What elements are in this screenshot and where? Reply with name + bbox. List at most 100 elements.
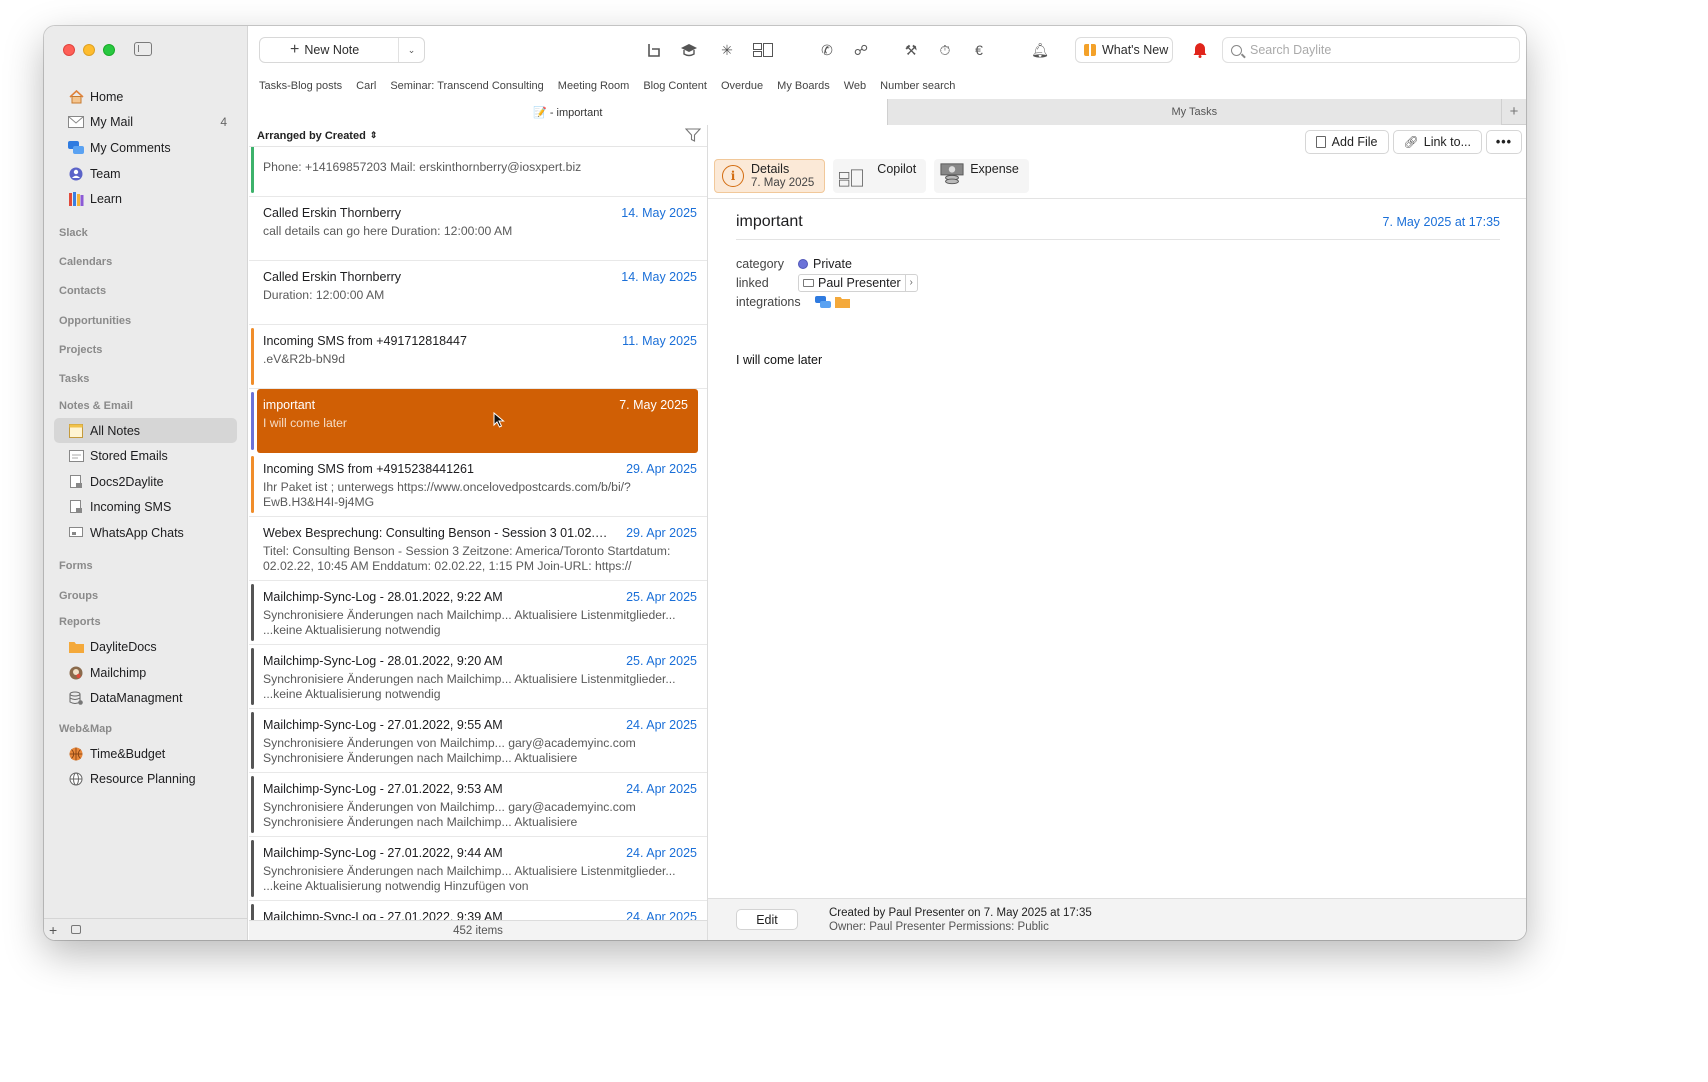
- timer-icon[interactable]: ⏱: [934, 39, 956, 61]
- list-item[interactable]: Mailchimp-Sync-Log - 27.01.2022, 9:55 AM…: [249, 709, 707, 773]
- note-properties: category Private linked Paul Presenter ›…: [736, 254, 918, 311]
- bookmark-item[interactable]: Seminar: Transcend Consulting: [390, 80, 543, 92]
- list-item-selected[interactable]: important 7. May 2025 I will come later: [251, 389, 698, 453]
- comments-integration-icon[interactable]: [815, 295, 831, 308]
- sidebar-item-whatsapp-chats[interactable]: WhatsApp Chats: [54, 520, 237, 546]
- bookmark-item[interactable]: Meeting Room: [558, 80, 630, 92]
- notification-settings-icon[interactable]: 🔔︎: [1029, 39, 1051, 61]
- sidebar-item-learn[interactable]: Learn: [54, 186, 237, 212]
- list-item[interactable]: Called Erskin Thornberry 14. May 2025 call…: [249, 197, 707, 261]
- phone-call-icon[interactable]: ✆: [816, 39, 838, 61]
- link-to-button[interactable]: 🔗︎ Link to...: [1392, 130, 1482, 154]
- list-item[interactable]: Mailchimp-Sync-Log - 28.01.2022, 9:20 AM…: [249, 645, 707, 709]
- document-icon: [1315, 136, 1326, 148]
- list-item-count: 452 items: [249, 920, 707, 940]
- bookmark-item[interactable]: Blog Content: [643, 80, 707, 92]
- sidebar-item-daylitedocs[interactable]: DayliteDocs: [54, 634, 237, 660]
- bell-icon[interactable]: [1189, 39, 1211, 61]
- linked-contact-chip[interactable]: Paul Presenter ›: [798, 273, 918, 292]
- sidebar-item-all-notes[interactable]: All Notes: [54, 417, 237, 444]
- sidebar-toggle-icon[interactable]: [134, 42, 152, 56]
- tab-copilot[interactable]: Copilot: [833, 159, 927, 193]
- sidebar-section-reports[interactable]: Reports: [54, 610, 237, 634]
- new-note-button[interactable]: + New Note ⌄: [259, 37, 425, 63]
- note-date[interactable]: 7. May 2025 at 17:35: [1383, 215, 1500, 229]
- list-item[interactable]: Webex Besprechung: Consulting Benson - S…: [249, 517, 707, 581]
- sidebar-item-docs2daylite[interactable]: Docs2Daylite: [54, 469, 237, 495]
- bookmark-item[interactable]: Web: [844, 80, 866, 92]
- bookmark-item[interactable]: Tasks-Blog posts: [259, 80, 342, 92]
- close-window-button[interactable]: [63, 44, 75, 56]
- sidebar-section-tasks[interactable]: Tasks: [54, 364, 237, 393]
- sidebar-section-projects[interactable]: Projects: [54, 335, 237, 364]
- add-tab-icon[interactable]: +: [1501, 99, 1526, 124]
- home-icon: [68, 89, 84, 105]
- sidebar-section-slack[interactable]: Slack: [54, 218, 237, 247]
- sidebar-section-notes-email[interactable]: Notes & Email: [54, 394, 237, 418]
- list-item[interactable]: Incoming SMS from +4915238441261 29. Apr …: [249, 453, 707, 517]
- sidebar-section-forms[interactable]: Forms: [54, 552, 237, 581]
- sidebar-item-datamanagment[interactable]: DataManagment: [54, 686, 237, 712]
- sidebar-item-stored-emails[interactable]: Stored Emails: [54, 443, 237, 469]
- more-options-button[interactable]: •••: [1486, 130, 1522, 154]
- sidebar-section-calendars[interactable]: Calendars: [54, 247, 237, 276]
- list-item[interactable]: Called Erskin Thornberry 14. May 2025 Dura…: [249, 261, 707, 325]
- sparkle-icon[interactable]: ✳: [716, 39, 738, 61]
- layout-icon[interactable]: [71, 925, 82, 934]
- graduation-cap-icon[interactable]: [678, 39, 700, 61]
- bookmark-item[interactable]: Number search: [880, 80, 955, 92]
- bookmark-item[interactable]: Carl: [356, 80, 376, 92]
- list-item[interactable]: Mailchimp-Sync-Log - 28.01.2022, 9:22 AM…: [249, 581, 707, 645]
- sidebar-item-label: WhatsApp Chats: [90, 525, 184, 540]
- daylite-icon[interactable]: [644, 39, 666, 61]
- list-item-preview: call details can go here Duration: 12:00…: [263, 224, 513, 238]
- category-row[interactable]: category Private: [736, 254, 918, 273]
- sidebar-section-groups[interactable]: Groups: [54, 581, 237, 610]
- folder-integration-icon[interactable]: [835, 296, 851, 308]
- sidebar-item-mailchimp[interactable]: Mailchimp: [54, 660, 237, 686]
- notes-list[interactable]: Phone: +14169857203 Mail: erskinthornber…: [249, 147, 707, 920]
- whats-new-button[interactable]: What's New: [1075, 37, 1173, 63]
- sidebar-section-contacts[interactable]: Contacts: [54, 277, 237, 306]
- list-item[interactable]: Mailchimp-Sync-Log - 27.01.2022, 9:53 AM…: [249, 773, 707, 837]
- sidebar-item-my-mail[interactable]: My Mail 4: [54, 110, 237, 136]
- list-item[interactable]: Mailchimp-Sync-Log - 27.01.2022, 9:39 AM…: [249, 901, 707, 920]
- sidebar-item-time-budget[interactable]: Time&Budget: [54, 741, 237, 767]
- add-file-button[interactable]: Add File: [1304, 130, 1389, 154]
- sidebar-section-webmap[interactable]: Web&Map: [54, 717, 237, 741]
- tab-expense[interactable]: Expense: [934, 159, 1029, 193]
- list-item[interactable]: Phone: +14169857203 Mail: erskinthornber…: [249, 147, 707, 197]
- tab-details[interactable]: i Details 7. May 2025: [714, 159, 826, 193]
- list-item[interactable]: Mailchimp-Sync-Log - 27.01.2022, 9:44 AM…: [249, 837, 707, 901]
- edit-button[interactable]: Edit: [736, 909, 798, 930]
- sidebar-section-opportunities[interactable]: Opportunities: [54, 306, 237, 335]
- list-item-preview: Synchronisiere Änderungen nach Mailchimp…: [263, 672, 676, 701]
- sidebar-item-resource-planning[interactable]: Resource Planning: [54, 767, 237, 793]
- sidebar-item-incoming-sms[interactable]: Incoming SMS: [54, 495, 237, 521]
- euro-icon[interactable]: €: [968, 39, 990, 61]
- tab-important[interactable]: 📝 - important: [249, 99, 887, 125]
- list-item[interactable]: Incoming SMS from +491712818447 11. May 2…: [249, 325, 707, 389]
- sort-header[interactable]: Arranged by Created ⇕: [249, 125, 707, 147]
- notes-icon: [68, 423, 84, 439]
- minimize-window-button[interactable]: [83, 44, 95, 56]
- filter-icon[interactable]: [685, 128, 701, 142]
- sidebar-item-home[interactable]: Home: [54, 84, 237, 110]
- note-title[interactable]: important: [736, 213, 803, 231]
- bookmark-item[interactable]: Overdue: [721, 80, 763, 92]
- details-tab-date: 7. May 2025: [751, 177, 815, 189]
- bookmark-item[interactable]: My Boards: [777, 80, 830, 92]
- chevron-down-icon[interactable]: ⌄: [398, 38, 424, 62]
- zoom-window-button[interactable]: [103, 44, 115, 56]
- boards-icon[interactable]: [752, 39, 774, 61]
- tab-my-tasks[interactable]: My Tasks: [886, 99, 1502, 125]
- contact-link-icon[interactable]: ☍: [850, 39, 872, 61]
- note-body[interactable]: I will come later: [736, 353, 822, 367]
- add-icon[interactable]: +: [49, 922, 57, 938]
- tools-icon[interactable]: ⚒: [900, 39, 922, 61]
- sidebar-item-my-comments[interactable]: My Comments: [54, 135, 237, 161]
- search-input[interactable]: Search Daylite: [1222, 37, 1520, 63]
- window-controls: [63, 44, 115, 56]
- chevron-right-icon[interactable]: ›: [904, 274, 917, 291]
- sidebar-item-team[interactable]: Team: [54, 161, 237, 187]
